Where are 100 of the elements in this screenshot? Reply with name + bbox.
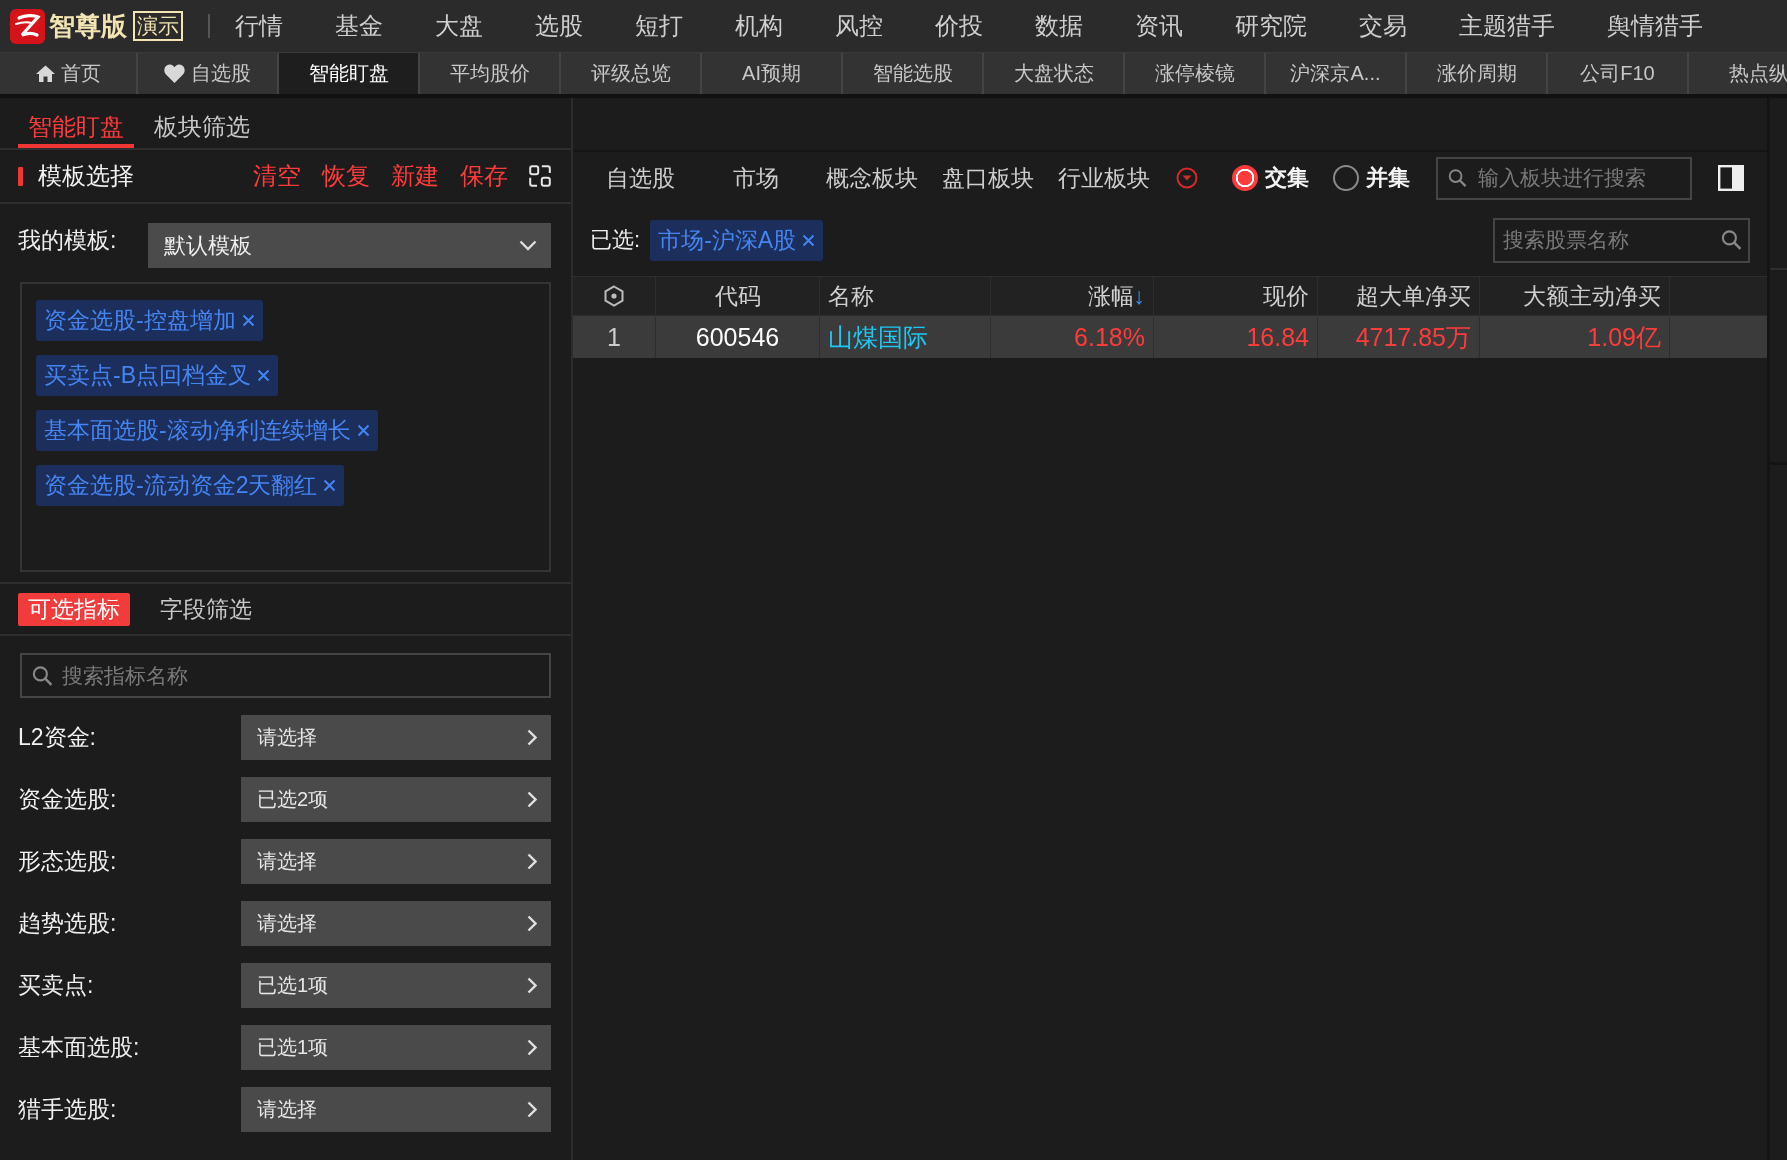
- page-tab[interactable]: 评级总览: [561, 53, 702, 94]
- page-tab[interactable]: 首页: [0, 53, 138, 94]
- menu-item[interactable]: 资讯: [1135, 10, 1183, 42]
- menu-item[interactable]: 基金: [335, 10, 383, 42]
- table-cell-text: 1.09亿: [1587, 321, 1661, 353]
- menu-item[interactable]: 风控: [835, 10, 883, 42]
- sort-indicator[interactable]: ↓: [1133, 282, 1145, 310]
- close-icon[interactable]: [257, 369, 270, 382]
- column-header[interactable]: 大额主动净买: [1523, 280, 1661, 312]
- filter-select[interactable]: 请选择: [241, 839, 551, 884]
- search-icon: [1721, 229, 1742, 251]
- heart-icon: [164, 64, 185, 83]
- tag-label: 市场-沪深A股: [658, 225, 797, 255]
- chevron-right-icon: [527, 915, 537, 932]
- menu-item[interactable]: 研究院: [1235, 10, 1307, 42]
- indicator-search-field[interactable]: 搜索指标名称: [20, 653, 551, 698]
- filter-label: 买卖点:: [18, 971, 95, 1000]
- column-header[interactable]: 超大单净买: [1356, 280, 1471, 312]
- tag-label: 基本面选股-滚动净利连续增长: [44, 416, 351, 445]
- mode-option[interactable]: 交集: [1232, 163, 1309, 193]
- template-action-link[interactable]: 保存: [460, 160, 508, 192]
- radio-icon[interactable]: [1232, 165, 1258, 191]
- close-icon[interactable]: [356, 424, 370, 437]
- filter-select[interactable]: 已选1项: [241, 1025, 551, 1070]
- tag-label: 资金选股-流动资金2天翻红: [44, 471, 318, 500]
- page-tab[interactable]: 智能盯盘: [279, 53, 420, 94]
- column-header[interactable]: 代码: [714, 280, 761, 312]
- section-title: 模板选择: [38, 161, 134, 191]
- chevron-right-icon: [527, 791, 537, 808]
- block-tab[interactable]: 行业板块: [1046, 162, 1162, 194]
- tag-label: 资金选股-控盘增加: [44, 306, 236, 335]
- filter-select[interactable]: 请选择: [241, 1087, 551, 1132]
- search-icon: [32, 665, 53, 686]
- page-tab[interactable]: 涨价周期: [1407, 53, 1548, 94]
- filter-select[interactable]: 请选择: [241, 715, 551, 760]
- template-label: 我的模板:: [18, 226, 118, 255]
- column-header[interactable]: 现价: [1263, 280, 1309, 312]
- logo-icon[interactable]: [10, 8, 45, 44]
- menu-item[interactable]: 大盘: [435, 10, 483, 42]
- layout-icon[interactable]: [529, 165, 551, 187]
- block-tab[interactable]: 概念板块: [814, 162, 930, 194]
- template-dropdown[interactable]: 默认模板: [148, 223, 551, 268]
- page-tab[interactable]: 平均股价: [420, 53, 561, 94]
- indicator-tab[interactable]: 字段筛选: [150, 592, 262, 626]
- page-tab[interactable]: 大盘状态: [984, 53, 1125, 94]
- menu-item[interactable]: 数据: [1035, 10, 1083, 42]
- page-tab[interactable]: 公司F10: [1548, 53, 1689, 94]
- close-icon[interactable]: [241, 314, 255, 327]
- close-icon[interactable]: [802, 233, 816, 247]
- search-icon: [1448, 168, 1467, 188]
- chevron-right-icon: [527, 853, 537, 870]
- chevron-right-icon: [527, 977, 537, 994]
- edition-badge: 演示: [133, 11, 183, 41]
- menu-item[interactable]: 短打: [635, 10, 683, 42]
- template-action-link[interactable]: 新建: [391, 160, 439, 192]
- bar-marker-icon: [18, 166, 23, 186]
- caret-circle-icon[interactable]: [1176, 167, 1198, 189]
- filter-select[interactable]: 已选1项: [241, 963, 551, 1008]
- block-tab[interactable]: 盘口板块: [930, 162, 1046, 194]
- block-tab[interactable]: 市场: [698, 162, 814, 194]
- menu-item[interactable]: 选股: [535, 10, 583, 42]
- close-icon[interactable]: [323, 479, 337, 492]
- chevron-right-icon: [527, 1101, 537, 1118]
- home-icon: [35, 65, 55, 82]
- selected-label: 已选:: [590, 226, 641, 254]
- page-tab[interactable]: AI预期: [702, 53, 843, 94]
- page-tab[interactable]: 热点纵: [1689, 53, 1787, 94]
- indicator-tab[interactable]: 可选指标: [18, 592, 130, 626]
- menu-item[interactable]: 舆情猎手: [1607, 10, 1703, 42]
- sub-tab[interactable]: 板块筛选: [144, 110, 260, 148]
- column-header[interactable]: 涨幅: [1087, 280, 1134, 312]
- brand-title: 智尊版: [49, 9, 127, 43]
- filter-select[interactable]: 请选择: [241, 901, 551, 946]
- menu-item[interactable]: 主题猎手: [1459, 10, 1555, 42]
- column-header[interactable]: 名称: [828, 280, 874, 312]
- sub-tab[interactable]: 智能盯盘: [18, 110, 134, 148]
- menu-item[interactable]: 机构: [735, 10, 783, 42]
- mode-option[interactable]: 并集: [1333, 163, 1410, 193]
- filter-select[interactable]: 已选2项: [241, 777, 551, 822]
- sidebar-icon[interactable]: [1718, 165, 1744, 191]
- menu-item[interactable]: 价投: [935, 10, 983, 42]
- chevron-right-icon: [527, 729, 537, 746]
- template-action-link[interactable]: 恢复: [322, 160, 370, 192]
- stock-search-field[interactable]: 搜索股票名称: [1493, 217, 1750, 263]
- stock-name-link[interactable]: 山煤国际: [828, 320, 928, 354]
- menu-item[interactable]: 行情: [235, 10, 283, 42]
- page-tab[interactable]: 沪深京A...: [1266, 53, 1407, 94]
- menu-item[interactable]: 交易: [1359, 10, 1407, 42]
- filter-label: 猎手选股:: [18, 1095, 118, 1124]
- table-row[interactable]: 1 600546 山煤国际 6.18% 16.84 4717.85万 1.09亿: [573, 316, 1767, 358]
- radio-icon[interactable]: [1333, 165, 1359, 191]
- block-tab[interactable]: 自选股: [582, 162, 698, 194]
- page-tab[interactable]: 涨停棱镜: [1125, 53, 1266, 94]
- settings-icon[interactable]: [604, 285, 624, 307]
- block-search-field[interactable]: 输入板块进行搜索: [1436, 156, 1692, 200]
- template-action-link[interactable]: 清空: [253, 160, 301, 192]
- page-tab[interactable]: 智能选股: [843, 53, 984, 94]
- table-cell-text: 4717.85万: [1355, 321, 1471, 353]
- table-cell: 1: [607, 322, 621, 352]
- chevron-down-icon: [519, 240, 537, 251]
